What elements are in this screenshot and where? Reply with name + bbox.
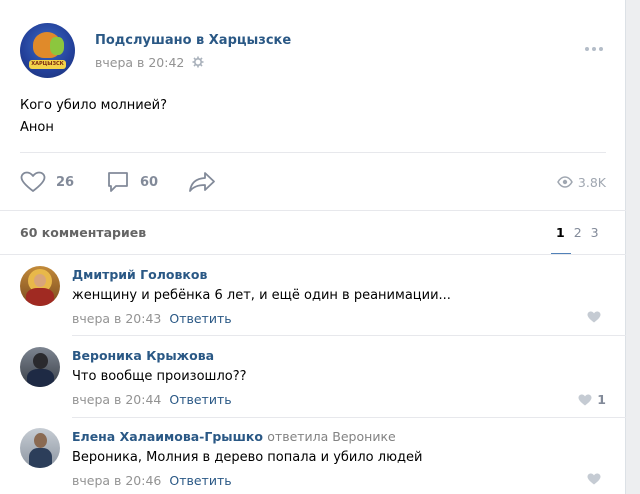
views-count: 3.8K bbox=[577, 174, 606, 190]
comment-text: Что вообще произошло?? bbox=[72, 369, 247, 384]
divider bbox=[20, 152, 606, 153]
comment-author[interactable]: Вероника Крыжова bbox=[72, 348, 214, 363]
group-name-link[interactable]: Подслушано в Харцызске bbox=[95, 33, 291, 48]
post-time-text[interactable]: вчера в 20:42 bbox=[95, 55, 184, 70]
comment-count: 60 bbox=[140, 174, 159, 190]
comment-button[interactable]: 60 bbox=[106, 168, 158, 196]
comment-like-button[interactable] bbox=[587, 473, 606, 485]
comment-like-button[interactable] bbox=[587, 311, 606, 323]
comment-author[interactable]: Дмитрий Головков bbox=[72, 267, 207, 282]
heart-icon bbox=[587, 473, 601, 485]
post-time[interactable]: вчера в 20:42 bbox=[95, 55, 204, 70]
comment-like-button[interactable]: 1 bbox=[578, 392, 606, 407]
divider bbox=[0, 210, 626, 211]
avatar[interactable] bbox=[20, 347, 60, 387]
page-link-2[interactable]: 2 bbox=[574, 225, 582, 240]
post-actions: 26 60 3.8K bbox=[20, 168, 606, 196]
reply-button[interactable]: Ответить bbox=[169, 392, 231, 407]
post-text-line: Анон bbox=[20, 120, 54, 135]
comments-count-label: 60 комментариев bbox=[20, 225, 147, 240]
heart-icon bbox=[578, 394, 592, 405]
comment-meta: вчера в 20:46 Ответить bbox=[72, 473, 232, 488]
views-counter: 3.8K bbox=[557, 168, 606, 196]
reply-to-note[interactable]: ответила Веронике bbox=[267, 429, 395, 444]
comment-time[interactable]: вчера в 20:43 bbox=[72, 311, 161, 326]
page-link-1[interactable]: 1 bbox=[556, 225, 565, 240]
like-button[interactable]: 26 bbox=[20, 168, 74, 196]
page-link-3[interactable]: 3 bbox=[591, 225, 599, 240]
divider bbox=[72, 417, 626, 418]
comment-time[interactable]: вчера в 20:44 bbox=[72, 392, 161, 407]
heart-icon bbox=[20, 171, 46, 192]
comment-meta: вчера в 20:44 Ответить bbox=[72, 392, 232, 407]
heart-icon bbox=[587, 311, 601, 323]
comment-author[interactable]: Елена Халаимова-Грышко bbox=[72, 429, 263, 444]
post-text: Кого убило молнией? Анон bbox=[20, 95, 167, 139]
comment-author-line: Елена Халаимова-Грышко ответила Веронике bbox=[72, 429, 396, 444]
comment-like-count: 1 bbox=[597, 392, 606, 407]
comment-bubble-icon bbox=[108, 172, 128, 192]
comment-time[interactable]: вчера в 20:46 bbox=[72, 473, 161, 488]
share-arrow-icon bbox=[189, 172, 215, 192]
share-button[interactable] bbox=[188, 168, 216, 196]
avatar[interactable] bbox=[20, 428, 60, 468]
reply-button[interactable]: Ответить bbox=[169, 473, 231, 488]
divider bbox=[0, 254, 626, 255]
comment-meta: вчера в 20:43 Ответить bbox=[72, 311, 232, 326]
more-dots-icon[interactable] bbox=[585, 36, 607, 51]
comment-text: Вероника, Молния в дерево попала и убило… bbox=[72, 450, 423, 465]
post-text-line: Кого убило молнией? bbox=[20, 98, 168, 113]
like-count: 26 bbox=[56, 174, 75, 190]
comments-pager: 123 bbox=[556, 225, 608, 240]
post-card: ХАРЦЫЗСК Подслушано в Харцызске вчера в … bbox=[0, 0, 626, 494]
reply-button[interactable]: Ответить bbox=[169, 311, 231, 326]
avatar[interactable] bbox=[20, 266, 60, 306]
eye-icon bbox=[557, 176, 573, 188]
gear-icon[interactable] bbox=[192, 56, 204, 68]
divider bbox=[72, 335, 626, 336]
group-avatar[interactable]: ХАРЦЫЗСК bbox=[20, 23, 75, 78]
comment-text: женщину и ребёнка 6 лет, и ещё один в ре… bbox=[72, 288, 451, 303]
